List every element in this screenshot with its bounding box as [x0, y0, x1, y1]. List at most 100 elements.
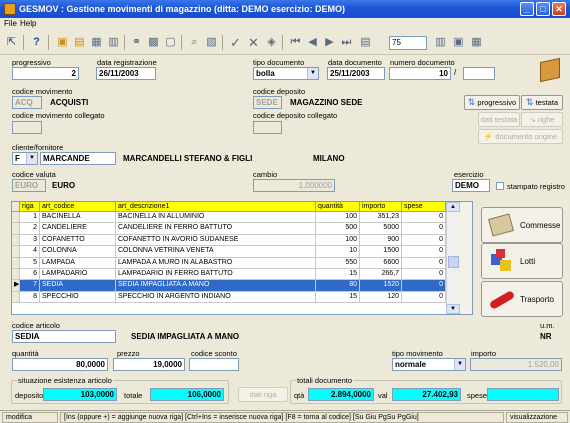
close-button[interactable]: ✕	[552, 2, 566, 16]
cell-spese[interactable]: 0	[402, 269, 446, 281]
cell-importo[interactable]: 351,23	[360, 212, 402, 224]
menu-file[interactable]: File	[4, 19, 17, 28]
help-icon[interactable]: ?	[28, 34, 45, 51]
cell-spese[interactable]: 0	[402, 257, 446, 269]
chevron-down-icon[interactable]: ▼	[26, 153, 37, 164]
row-indicator[interactable]	[12, 269, 20, 281]
codice-deposito-field[interactable]: SEDE	[253, 96, 282, 109]
column-header-art-descrizione1[interactable]: art_descrizione1	[116, 202, 316, 212]
first-record-icon[interactable]: ⏮	[287, 34, 304, 51]
window-icon[interactable]: ▥	[105, 34, 122, 51]
cell-art-descrizione[interactable]: SPECCHIO IN ARGENTO INDIANO	[116, 291, 316, 304]
cell-art-codice[interactable]: CANDELIERE	[40, 223, 116, 235]
cell-importo[interactable]: 120	[360, 291, 402, 304]
column-header-importo[interactable]: importo	[360, 202, 402, 212]
cell-art-codice[interactable]: LAMPADARIO	[40, 269, 116, 281]
cell-art-codice[interactable]: COLONNA	[40, 246, 116, 258]
filter-icon[interactable]: ▧	[203, 34, 220, 51]
cell-importo[interactable]: 6600	[360, 257, 402, 269]
row-indicator[interactable]	[12, 234, 20, 247]
scroll-down-button[interactable]: ▼	[446, 304, 460, 314]
cliente-tipo-select[interactable]: F ▼	[12, 152, 38, 165]
previous-record-icon[interactable]: ◀	[304, 34, 321, 51]
view-icon[interactable]: ▢	[162, 34, 179, 51]
cell-art-descrizione[interactable]: CANDELIERE IN FERRO BATTUTO	[116, 223, 316, 235]
cell-quantita[interactable]: 10	[316, 246, 360, 258]
print-icon[interactable]: ▥	[432, 34, 449, 51]
cell-art-codice[interactable]: SEDIA	[40, 280, 116, 292]
grid-icon[interactable]: ▩	[145, 34, 162, 51]
confirm-icon[interactable]: ✓	[227, 34, 244, 51]
spese-field[interactable]	[487, 388, 559, 401]
codice-deposito-collegato-field[interactable]	[253, 121, 282, 134]
cell-quantita[interactable]: 550	[316, 257, 360, 269]
list-icon[interactable]: ▦	[88, 34, 105, 51]
chevron-down-icon[interactable]: ▼	[454, 359, 465, 370]
export-icon[interactable]: ▣	[450, 34, 467, 51]
column-header-riga[interactable]: riga	[20, 202, 40, 212]
progressivo-button[interactable]: ⇅ progressivo	[464, 95, 520, 110]
totale-field[interactable]: 106,0000	[150, 388, 224, 401]
data-documento-field[interactable]: 25/11/2003	[327, 67, 385, 80]
cell-riga[interactable]: 2	[20, 223, 40, 235]
scrollbar-thumb[interactable]	[448, 256, 459, 268]
cell-spese[interactable]: 0	[402, 212, 446, 224]
prezzo-field[interactable]: 19,0000	[113, 358, 185, 371]
exit-icon[interactable]: ⇱	[3, 34, 20, 51]
cell-art-descrizione[interactable]: COLONNA VETRINA VENETA	[116, 246, 316, 258]
page-input[interactable]: 75	[389, 36, 427, 50]
column-header-quantita[interactable]: quantità	[316, 202, 360, 212]
codice-valuta-field[interactable]: EURO	[12, 179, 46, 192]
cell-art-descrizione[interactable]: LAMPADA A MURO IN ALABASTRO	[116, 257, 316, 269]
stampato-registro-checkbox[interactable]	[496, 182, 504, 190]
cell-quantita[interactable]: 15	[316, 291, 360, 304]
cell-quantita[interactable]: 500	[316, 223, 360, 235]
cell-riga[interactable]: 1	[20, 212, 40, 224]
cell-art-descrizione[interactable]: LAMPADARIO IN FERRO BATTUTO	[116, 269, 316, 281]
cell-spese[interactable]: 0	[402, 223, 446, 235]
qta-field[interactable]: 2.894,0000	[308, 388, 374, 401]
cell-quantita[interactable]: 100	[316, 212, 360, 224]
cell-riga[interactable]: 5	[20, 257, 40, 269]
codice-sconto-field[interactable]	[189, 358, 239, 371]
data-registrazione-field[interactable]: 26/11/2003	[96, 67, 156, 80]
cell-importo[interactable]: 1500	[360, 246, 402, 258]
importo-field[interactable]: 1.520,00	[470, 358, 562, 371]
delete-icon[interactable]: ◈	[263, 34, 280, 51]
open-folder-icon[interactable]: ▣	[54, 34, 71, 51]
cell-quantita[interactable]: 15	[316, 269, 360, 281]
row-indicator[interactable]	[12, 246, 20, 258]
commesse-button[interactable]: Commesse	[481, 207, 563, 243]
cell-quantita[interactable]: 80	[316, 280, 360, 292]
row-indicator[interactable]	[12, 223, 20, 235]
codice-movimento-collegato-field[interactable]	[12, 121, 42, 134]
cell-art-codice[interactable]: COFANETTO	[40, 234, 116, 247]
cell-importo[interactable]: 5000	[360, 223, 402, 235]
chevron-down-icon[interactable]: ▼	[307, 68, 318, 79]
codice-articolo-field[interactable]: SEDIA	[12, 330, 116, 343]
cell-art-descrizione[interactable]: COFANETTO IN AVORIO SUDANESE	[116, 234, 316, 247]
vertical-scrollbar[interactable]	[446, 212, 460, 304]
cell-spese[interactable]: 0	[402, 234, 446, 247]
column-header-spese[interactable]: spese	[402, 202, 446, 212]
movement-lines-table[interactable]: riga art_codice art_descrizione1 quantit…	[11, 201, 473, 315]
cell-importo[interactable]: 266,7	[360, 269, 402, 281]
cell-importo[interactable]: 900	[360, 234, 402, 247]
codice-movimento-field[interactable]: ACQ	[12, 96, 42, 109]
next-record-icon[interactable]: ▶	[321, 34, 338, 51]
search-icon[interactable]: ⌕	[186, 34, 203, 51]
cell-quantita[interactable]: 100	[316, 234, 360, 247]
numero-documento-field[interactable]: 10	[389, 67, 451, 80]
row-indicator[interactable]	[12, 291, 20, 304]
trasporto-button[interactable]: Trasporto	[481, 281, 563, 317]
documento-origine-button[interactable]: ⚡ documento origine	[478, 129, 563, 144]
maximize-button[interactable]: □	[536, 2, 550, 16]
cell-riga[interactable]: 7	[20, 280, 40, 292]
cliente-codice-field[interactable]: MARCANDE	[40, 152, 116, 165]
quantita-field[interactable]: 80,0000	[12, 358, 108, 371]
righe-button[interactable]: ↘ righe	[521, 112, 563, 127]
progressivo-field[interactable]: 2	[12, 67, 79, 80]
cell-riga[interactable]: 4	[20, 246, 40, 258]
cambio-field[interactable]: 1,000000	[253, 179, 335, 192]
esercizio-field[interactable]: DEMO	[452, 179, 490, 192]
